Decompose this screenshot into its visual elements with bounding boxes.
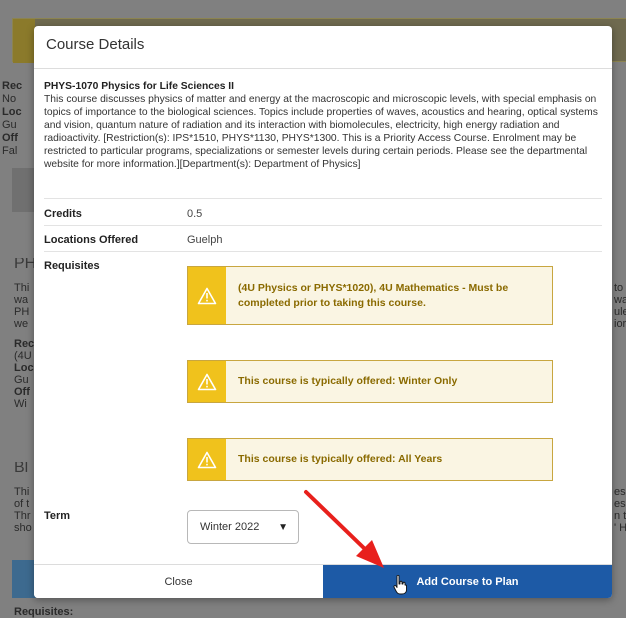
hand-cursor-icon: [393, 575, 407, 595]
annotation-arrow-icon: [304, 490, 384, 568]
